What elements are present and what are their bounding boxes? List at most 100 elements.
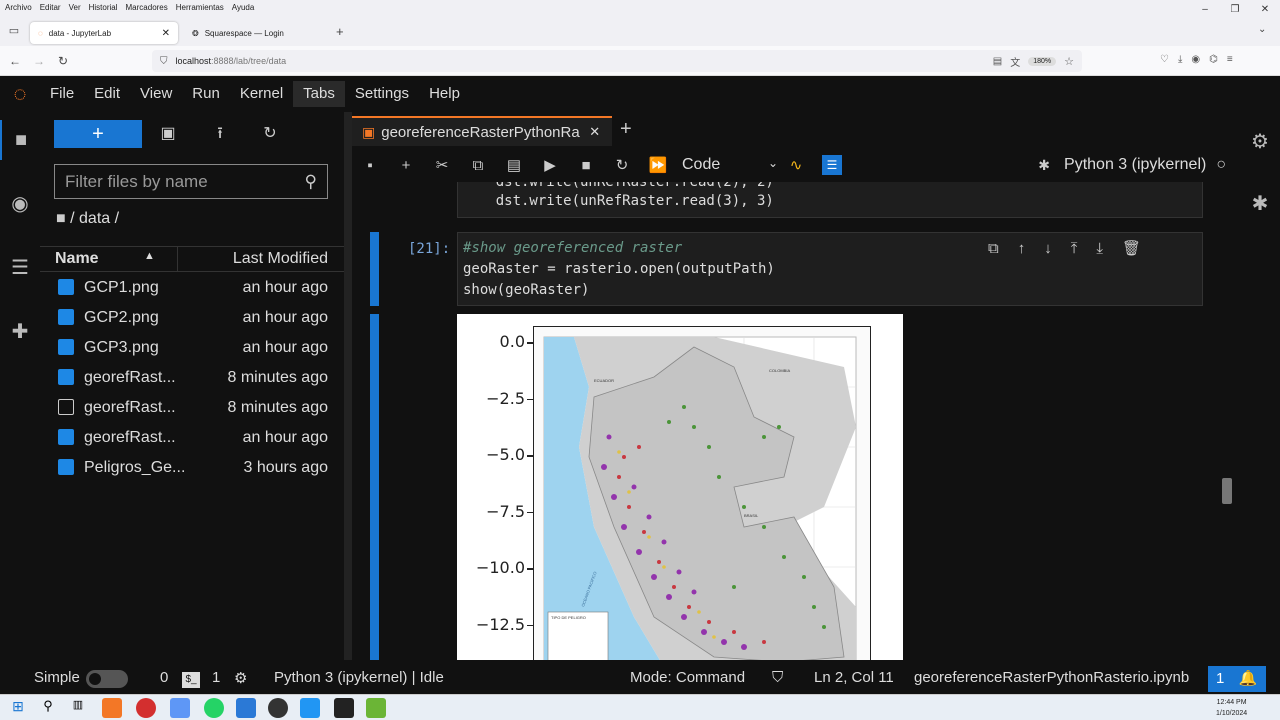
property-inspector-gear-icon[interactable]: ⚙: [1240, 122, 1280, 162]
new-tab-icon[interactable]: +: [336, 24, 344, 39]
reload-icon[interactable]: ↻: [52, 50, 74, 72]
folder-icon[interactable]: ■: [0, 120, 40, 160]
debugger-bug-icon[interactable]: ✱: [1240, 184, 1280, 224]
menu-run[interactable]: Run: [182, 81, 230, 107]
opera-app-icon[interactable]: [136, 698, 156, 718]
panel-splitter[interactable]: [344, 112, 352, 660]
table-of-contents-icon[interactable]: ☰: [0, 248, 40, 288]
menu-file[interactable]: File: [40, 81, 84, 107]
menu-tabs[interactable]: Tabs: [293, 81, 345, 107]
menu-help[interactable]: Help: [419, 81, 470, 107]
move-up-icon[interactable]: ↑: [1018, 240, 1045, 257]
cell-collapser[interactable]: [370, 232, 379, 306]
output-collapser[interactable]: [370, 314, 379, 660]
run-all-icon[interactable]: ⏩: [640, 156, 676, 174]
previous-code-cell[interactable]: dst.write(unRefRaster.read(2), 2) dst.wr…: [457, 182, 1203, 218]
notification-button[interactable]: 1 🔔: [1208, 666, 1266, 692]
execution-timing-icon[interactable]: ∿: [778, 156, 814, 174]
file-row[interactable]: GCP2.png an hour ago: [40, 303, 344, 333]
run-icon[interactable]: ▶: [532, 156, 568, 174]
running-icon[interactable]: ◉: [0, 184, 40, 224]
bookmark-star-icon[interactable]: ☆: [1064, 55, 1074, 68]
cut-icon[interactable]: ✂: [424, 156, 460, 174]
menu-herramientas[interactable]: Herramientas: [176, 3, 224, 12]
cell-type-select[interactable]: Code ⌄: [682, 156, 778, 174]
filter-files-input[interactable]: Filter files by name ⚲: [54, 164, 328, 199]
upload-icon[interactable]: ⭱: [206, 120, 234, 148]
copy-icon[interactable]: ⧉: [460, 157, 496, 174]
paste-icon[interactable]: ▤: [496, 156, 532, 174]
menu-ver[interactable]: Ver: [69, 3, 81, 12]
toolbar-extension-icons[interactable]: ♡⤓◉⌬≡: [1160, 54, 1242, 65]
forward-icon[interactable]: →: [28, 50, 50, 72]
menu-view[interactable]: View: [130, 81, 182, 107]
task-view-icon[interactable]: ▥: [68, 698, 88, 718]
menu-editar[interactable]: Editar: [40, 3, 61, 12]
breadcrumb[interactable]: ■ / data /: [56, 210, 119, 228]
stop-icon[interactable]: ■: [568, 157, 604, 174]
kernel-status-text[interactable]: Python 3 (ipykernel) | Idle: [274, 669, 444, 686]
reader-view-icon[interactable]: ▤: [993, 56, 1002, 67]
notepad-app-icon[interactable]: [366, 698, 386, 718]
github-app-icon[interactable]: [268, 698, 288, 718]
column-name[interactable]: Name: [55, 250, 99, 268]
new-launcher-button[interactable]: +: [54, 120, 142, 148]
new-tab-launcher-icon[interactable]: +: [620, 118, 632, 141]
close-tab-icon[interactable]: ✕: [162, 28, 170, 39]
file-row[interactable]: Peligros_Ge... 3 hours ago: [40, 453, 344, 483]
windows-start-icon[interactable]: ⊞: [8, 698, 28, 718]
kernel-name[interactable]: Python 3 (ipykernel): [1064, 156, 1206, 174]
property-inspector-icon[interactable]: ☰: [822, 155, 842, 175]
file-row[interactable]: georefRast... 8 minutes ago: [40, 393, 344, 423]
move-down-icon[interactable]: ↓: [1044, 240, 1071, 257]
menu-settings[interactable]: Settings: [345, 81, 419, 107]
list-tabs-icon[interactable]: ⌄: [1258, 24, 1266, 35]
insert-above-icon[interactable]: ⤒: [1071, 240, 1097, 257]
browser-tab-squarespace[interactable]: ❂ Squarespace — Login: [184, 22, 334, 44]
menu-ayuda[interactable]: Ayuda: [232, 3, 255, 12]
insert-cell-icon[interactable]: +: [388, 157, 424, 174]
restart-icon[interactable]: ↻: [604, 156, 640, 174]
simple-mode-toggle[interactable]: [86, 670, 128, 688]
new-folder-icon[interactable]: ▣: [154, 120, 182, 148]
document-app-icon[interactable]: [236, 698, 256, 718]
debugger-icon[interactable]: ✱: [1038, 157, 1050, 174]
back-icon[interactable]: ←: [4, 50, 26, 72]
menu-archivo[interactable]: Archivo: [5, 3, 32, 12]
tab-overview-icon[interactable]: ▭: [6, 24, 22, 40]
translate-icon[interactable]: 文: [1010, 54, 1020, 69]
url-field[interactable]: ⛉ localhost:8888/lab/tree/data ▤ 文 180% …: [152, 50, 1082, 72]
notebook-scrollbar-thumb[interactable]: [1222, 478, 1232, 504]
menu-edit[interactable]: Edit: [84, 81, 130, 107]
terminal-app-icon[interactable]: [334, 698, 354, 718]
refresh-icon[interactable]: ↻: [256, 120, 284, 148]
zoom-level[interactable]: 180%: [1028, 56, 1057, 66]
cursor-position[interactable]: Ln 2, Col 11: [814, 669, 894, 686]
file-row[interactable]: GCP1.png an hour ago: [40, 273, 344, 303]
menu-historial[interactable]: Historial: [89, 3, 118, 12]
whatsapp-app-icon[interactable]: [204, 698, 224, 718]
sort-ascending-icon[interactable]: ▲: [144, 250, 155, 262]
kernel-count[interactable]: 1: [212, 669, 220, 686]
terminal-count[interactable]: 0: [160, 669, 168, 686]
folder-home-icon[interactable]: ■: [56, 210, 66, 227]
firefox-app-icon[interactable]: [102, 698, 122, 718]
insert-below-icon[interactable]: ⤓: [1096, 240, 1122, 257]
extension-icon[interactable]: ✚: [0, 312, 40, 352]
terminal-icon[interactable]: $_: [182, 672, 200, 688]
active-code-cell[interactable]: #show georeferenced raster geoRaster = r…: [457, 232, 1203, 306]
trusted-shield-icon[interactable]: ⛉: [772, 669, 783, 686]
delete-cell-icon[interactable]: 🗑: [1122, 240, 1160, 257]
chrome-app-icon[interactable]: [170, 698, 190, 718]
browser-tab-jupyter[interactable]: ◌ data - JupyterLab ✕: [30, 22, 178, 44]
column-last-modified[interactable]: Last Modified: [233, 250, 328, 268]
paint-app-icon[interactable]: [300, 698, 320, 718]
notebook-tab[interactable]: ▣ georeferenceRasterPythonRa ✕: [352, 116, 612, 146]
site-info-icon[interactable]: ⛉: [160, 56, 168, 67]
menu-kernel[interactable]: Kernel: [230, 81, 293, 107]
taskbar-clock[interactable]: 12:44 PM 1/10/2024: [1216, 697, 1247, 719]
save-icon[interactable]: ▪: [352, 157, 388, 174]
file-row[interactable]: georefRast... 8 minutes ago: [40, 363, 344, 393]
taskbar-search-icon[interactable]: ⚲: [38, 698, 58, 718]
duplicate-cell-icon[interactable]: ⧉: [988, 240, 1018, 257]
